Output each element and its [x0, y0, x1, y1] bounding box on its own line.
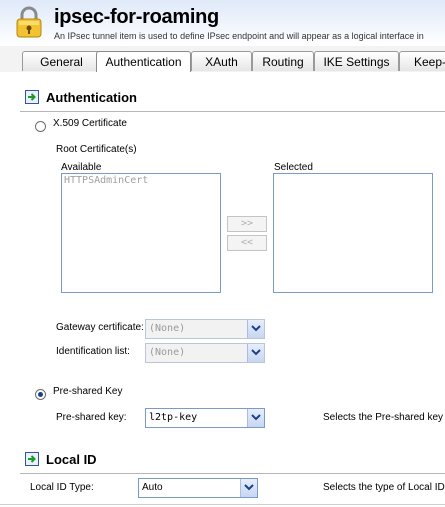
local-id-type-value: Auto — [142, 482, 163, 493]
tab-general[interactable]: General — [22, 51, 101, 71]
move-left-button[interactable]: << — [227, 235, 267, 251]
section-arrow-icon — [25, 452, 39, 466]
x509-certificate-radio[interactable] — [35, 121, 46, 132]
page-header: ipsec-for-roaming An IPsec tunnel item i… — [0, 0, 445, 46]
pre-shared-key-value: l2tp-key — [149, 412, 198, 423]
x509-certificate-label: X.509 Certificate — [53, 118, 127, 129]
local-id-type-hint: Selects the type of Local ID — [323, 482, 445, 493]
tab-ike-settings[interactable]: IKE Settings — [314, 51, 399, 71]
section-divider — [20, 473, 445, 474]
pre-shared-key-select[interactable]: l2tp-key — [145, 408, 265, 428]
chevron-down-icon — [247, 344, 264, 362]
pre-shared-key-radio-label: Pre-shared Key — [53, 386, 123, 397]
authentication-section-title: Authentication — [46, 90, 137, 105]
page-subtitle: An IPsec tunnel item is used to define I… — [54, 31, 424, 41]
section-divider — [20, 111, 445, 112]
chevron-down-icon — [247, 409, 264, 427]
selected-label: Selected — [274, 162, 313, 173]
move-right-button[interactable]: >> — [227, 216, 267, 232]
tab-keep-alive[interactable]: Keep-a — [399, 51, 445, 71]
tab-authentication[interactable]: Authentication — [96, 51, 191, 72]
page-title: ipsec-for-roaming — [54, 6, 219, 28]
authentication-panel: Authentication X.509 Certificate Root Ce… — [0, 72, 445, 507]
radio-selected-dot — [38, 392, 43, 397]
root-certificates-label: Root Certificate(s) — [56, 144, 137, 155]
identification-list-select[interactable]: (None) — [145, 343, 265, 363]
selected-certificates-list[interactable] — [273, 173, 433, 293]
tab-xauth[interactable]: XAuth — [191, 51, 252, 71]
local-id-type-label: Local ID Type: — [30, 482, 94, 493]
identification-list-value: (None) — [149, 347, 186, 358]
gateway-certificate-value: (None) — [149, 323, 186, 334]
available-certificates-list[interactable]: HTTPSAdminCert — [61, 173, 221, 293]
available-label: Available — [61, 162, 102, 173]
tab-routing[interactable]: Routing — [252, 51, 314, 71]
identification-list-label: Identification list: — [56, 346, 130, 357]
local-id-section-title: Local ID — [46, 452, 97, 467]
lock-icon — [15, 6, 43, 38]
tab-bar: General Authentication XAuth Routing IKE… — [0, 46, 445, 73]
list-item[interactable]: HTTPSAdminCert — [62, 174, 220, 187]
chevron-down-icon — [240, 479, 257, 497]
chevron-down-icon — [247, 320, 264, 338]
pre-shared-key-hint: Selects the Pre-shared key to — [323, 412, 445, 423]
local-id-type-select[interactable]: Auto — [138, 478, 258, 498]
gateway-certificate-label: Gateway certificate: — [56, 322, 144, 333]
row-divider — [0, 504, 445, 505]
pre-shared-key-radio[interactable] — [35, 389, 46, 400]
gateway-certificate-select[interactable]: (None) — [145, 319, 265, 339]
section-arrow-icon — [25, 90, 39, 104]
pre-shared-key-label: Pre-shared key: — [56, 412, 127, 423]
